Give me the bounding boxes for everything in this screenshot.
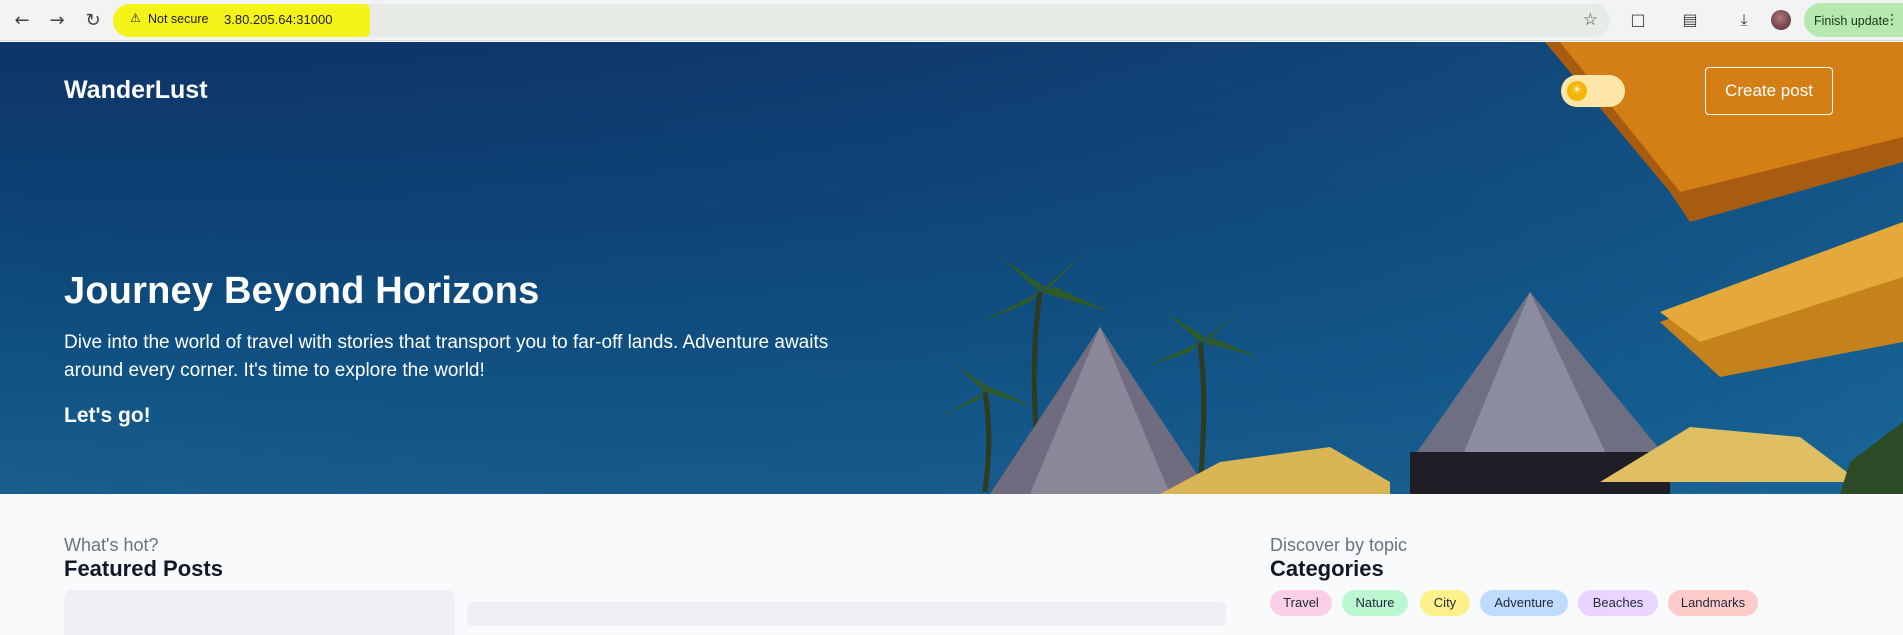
site-logo[interactable]: WanderLust <box>64 76 208 105</box>
forward-icon[interactable]: → <box>43 7 71 35</box>
theme-toggle[interactable]: ☀ <box>1561 75 1625 107</box>
post-skeleton-line <box>467 602 1226 626</box>
security-indicator[interactable]: ⚠ Not secure <box>130 11 209 26</box>
category-chip-nature[interactable]: Nature <box>1342 590 1408 616</box>
reload-icon[interactable]: ↻ <box>79 7 107 35</box>
extensions-icon[interactable]: □ <box>1627 9 1649 31</box>
category-chip-city[interactable]: City <box>1420 590 1470 616</box>
hero-title: Journey Beyond Horizons <box>64 270 540 312</box>
categories-title: Categories <box>1270 556 1384 581</box>
download-icon[interactable]: ⤓ <box>1733 9 1755 31</box>
star-icon[interactable]: ☆ <box>1583 10 1598 30</box>
not-secure-label: Not secure <box>148 12 209 26</box>
sun-icon: ☀ <box>1567 81 1587 101</box>
warning-icon: ⚠ <box>130 11 141 25</box>
hero-description: Dive into the world of travel with stori… <box>64 332 829 381</box>
finish-update-button[interactable]: Finish update ⋮ <box>1804 3 1903 37</box>
reading-list-icon[interactable]: ▤ <box>1679 9 1701 31</box>
category-chip-landmarks[interactable]: Landmarks <box>1668 590 1758 616</box>
more-icon: ⋮ <box>1885 12 1899 28</box>
back-icon[interactable]: ← <box>8 7 36 35</box>
profile-avatar[interactable] <box>1771 10 1791 30</box>
lets-go-link[interactable]: Let's go! <box>64 404 151 428</box>
category-chip-travel[interactable]: Travel <box>1270 590 1332 616</box>
create-post-button[interactable]: Create post <box>1705 67 1833 115</box>
hero-section: WanderLust ☀ Create post Journey Beyond … <box>0 42 1903 494</box>
featured-post-skeleton <box>64 590 455 635</box>
category-chip-beaches[interactable]: Beaches <box>1578 590 1658 616</box>
featured-subtitle: What's hot? <box>64 535 159 555</box>
url-text[interactable]: 3.80.205.64:31000 <box>224 12 332 27</box>
categories-subtitle: Discover by topic <box>1270 535 1408 555</box>
hero-background-image <box>0 42 1903 494</box>
category-chip-adventure[interactable]: Adventure <box>1480 590 1568 616</box>
featured-title: Featured Posts <box>64 556 223 581</box>
finish-update-label: Finish update <box>1814 14 1890 28</box>
browser-toolbar: ← → ↻ ⚠ Not secure 3.80.205.64:31000 ☆ □… <box>0 0 1903 41</box>
address-bar[interactable]: ⚠ Not secure 3.80.205.64:31000 ☆ <box>113 4 1610 37</box>
